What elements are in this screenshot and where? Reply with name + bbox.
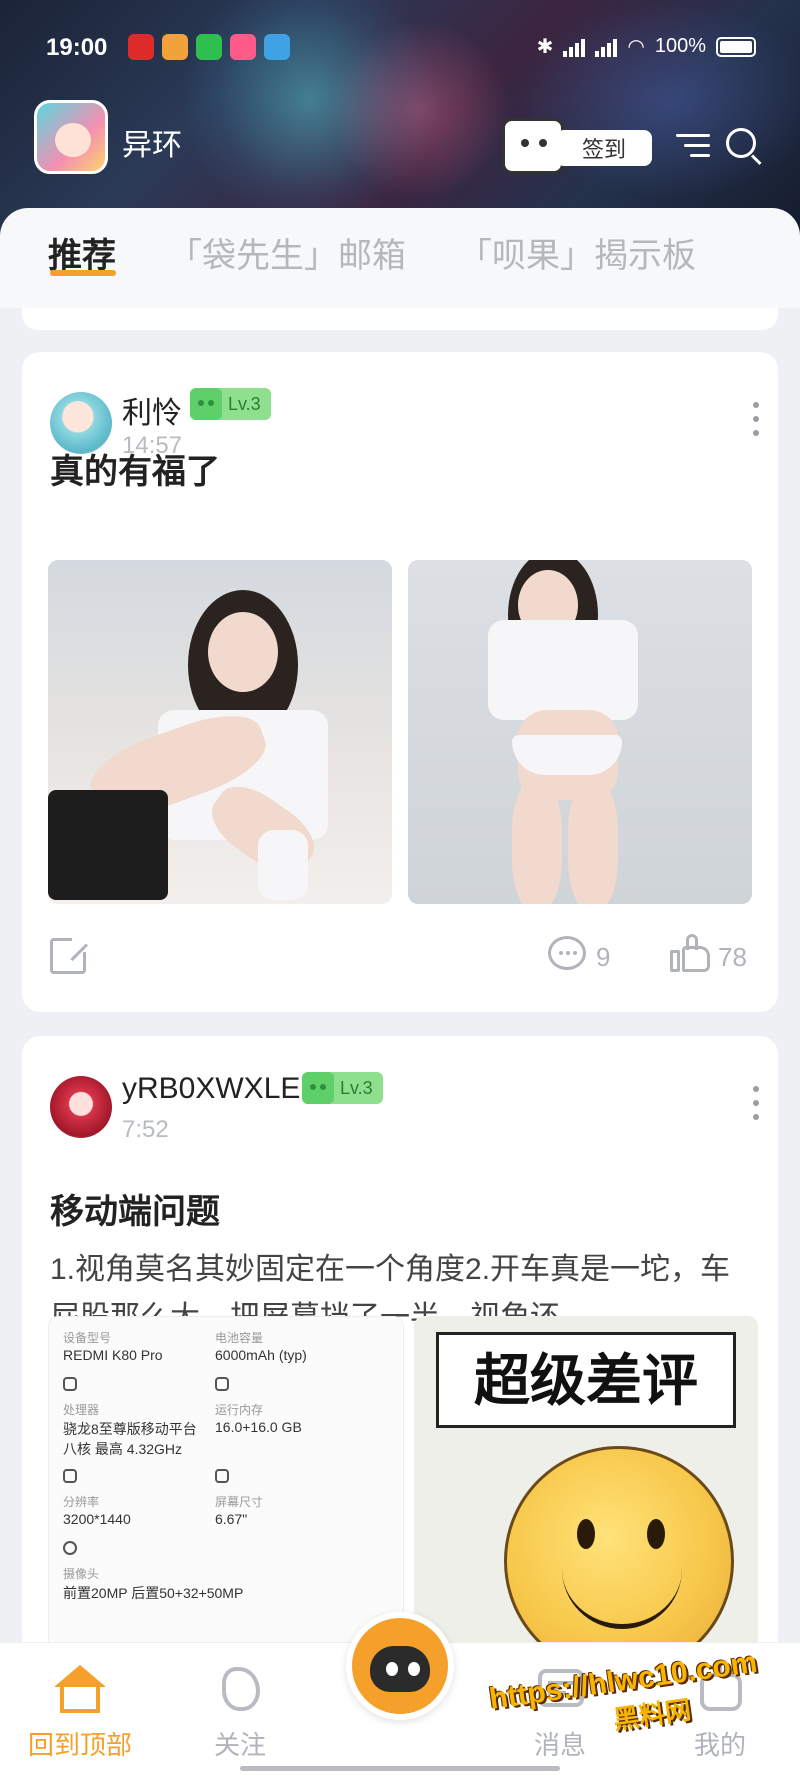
community-name[interactable]: 异环 bbox=[122, 120, 182, 164]
notification-app-icon bbox=[230, 34, 256, 60]
wechat-icon bbox=[196, 34, 222, 60]
tab-bar: 推荐 「袋先生」邮箱 「呗果」揭示板 bbox=[0, 208, 800, 308]
share-icon[interactable] bbox=[50, 938, 89, 974]
post-title[interactable]: 移动端问题 bbox=[50, 1184, 220, 1233]
more-options-icon[interactable] bbox=[752, 1086, 760, 1122]
level-icon bbox=[190, 388, 222, 420]
post-card[interactable]: yRB0XWXLE Lv.3 7:52 移动端问题 1.视角莫名其妙固定在一个角… bbox=[22, 1036, 778, 1656]
battery-text: 100% bbox=[654, 35, 706, 57]
avatar[interactable] bbox=[50, 1076, 112, 1138]
post-image[interactable]: 超级差评 bbox=[414, 1316, 758, 1656]
bluetooth-icon: ✱ bbox=[536, 36, 554, 58]
menu-icon[interactable] bbox=[676, 130, 710, 160]
wifi-icon: ◠ bbox=[627, 36, 645, 58]
tab-mailbox[interactable]: 「袋先生」邮箱 bbox=[168, 228, 406, 277]
active-tab-indicator bbox=[50, 270, 116, 276]
post-author[interactable]: 利怜 bbox=[122, 388, 182, 432]
level-icon bbox=[302, 1072, 334, 1104]
comment-count: 9 bbox=[596, 942, 611, 972]
post-image[interactable] bbox=[48, 560, 392, 904]
notification-icons bbox=[128, 34, 290, 60]
status-time: 19:00 bbox=[46, 34, 108, 61]
robot-icon bbox=[502, 118, 564, 174]
post-time: 7:52 bbox=[122, 1116, 169, 1143]
post-title[interactable]: 真的有福了 bbox=[50, 444, 220, 493]
memory-icon bbox=[215, 1377, 229, 1391]
meme-caption: 超级差评 bbox=[436, 1332, 736, 1428]
like-count: 78 bbox=[718, 942, 747, 972]
post-image[interactable]: 设备型号 REDMI K80 Pro 电池容量 6000mAh (typ) 处理… bbox=[48, 1316, 404, 1656]
notification-app-icon bbox=[264, 34, 290, 60]
follow-icon bbox=[210, 1663, 270, 1719]
smiley-face-image bbox=[504, 1446, 734, 1656]
checkin-button[interactable]: 签到 bbox=[502, 118, 652, 174]
netease-music-icon bbox=[128, 34, 154, 60]
screen-size-icon bbox=[215, 1469, 229, 1483]
post-author[interactable]: yRB0XWXLE bbox=[122, 1072, 300, 1106]
status-bar: 19:00 ✱ ◠ 100% bbox=[0, 28, 800, 68]
notification-app-icon bbox=[162, 34, 188, 60]
nav-back-to-top[interactable]: 回到顶部 bbox=[20, 1663, 140, 1762]
post-card[interactable]: 利怜 Lv.3 14:57 真的有福了 9 78 bbox=[22, 352, 778, 1012]
camera-icon bbox=[63, 1541, 77, 1555]
level-badge: Lv.3 bbox=[302, 1072, 383, 1104]
comment-icon[interactable] bbox=[548, 936, 586, 970]
more-options-icon[interactable] bbox=[752, 402, 760, 438]
checkin-label: 签到 bbox=[556, 130, 652, 166]
search-icon[interactable] bbox=[726, 128, 764, 166]
signal-icon bbox=[563, 37, 586, 57]
processor-icon bbox=[63, 1377, 77, 1391]
resolution-icon bbox=[63, 1469, 77, 1483]
tab-bulletin-board[interactable]: 「呗果」揭示板 bbox=[458, 228, 696, 277]
post-image[interactable] bbox=[408, 560, 752, 904]
like-icon[interactable] bbox=[670, 934, 710, 972]
home-icon bbox=[50, 1663, 110, 1719]
community-avatar[interactable] bbox=[34, 100, 108, 174]
nav-follow[interactable]: 关注 bbox=[180, 1663, 300, 1762]
level-badge: Lv.3 bbox=[190, 388, 271, 420]
battery-icon bbox=[716, 36, 756, 57]
mascot-icon bbox=[370, 1646, 430, 1692]
create-post-button[interactable] bbox=[346, 1612, 454, 1720]
signal-icon bbox=[595, 37, 618, 57]
